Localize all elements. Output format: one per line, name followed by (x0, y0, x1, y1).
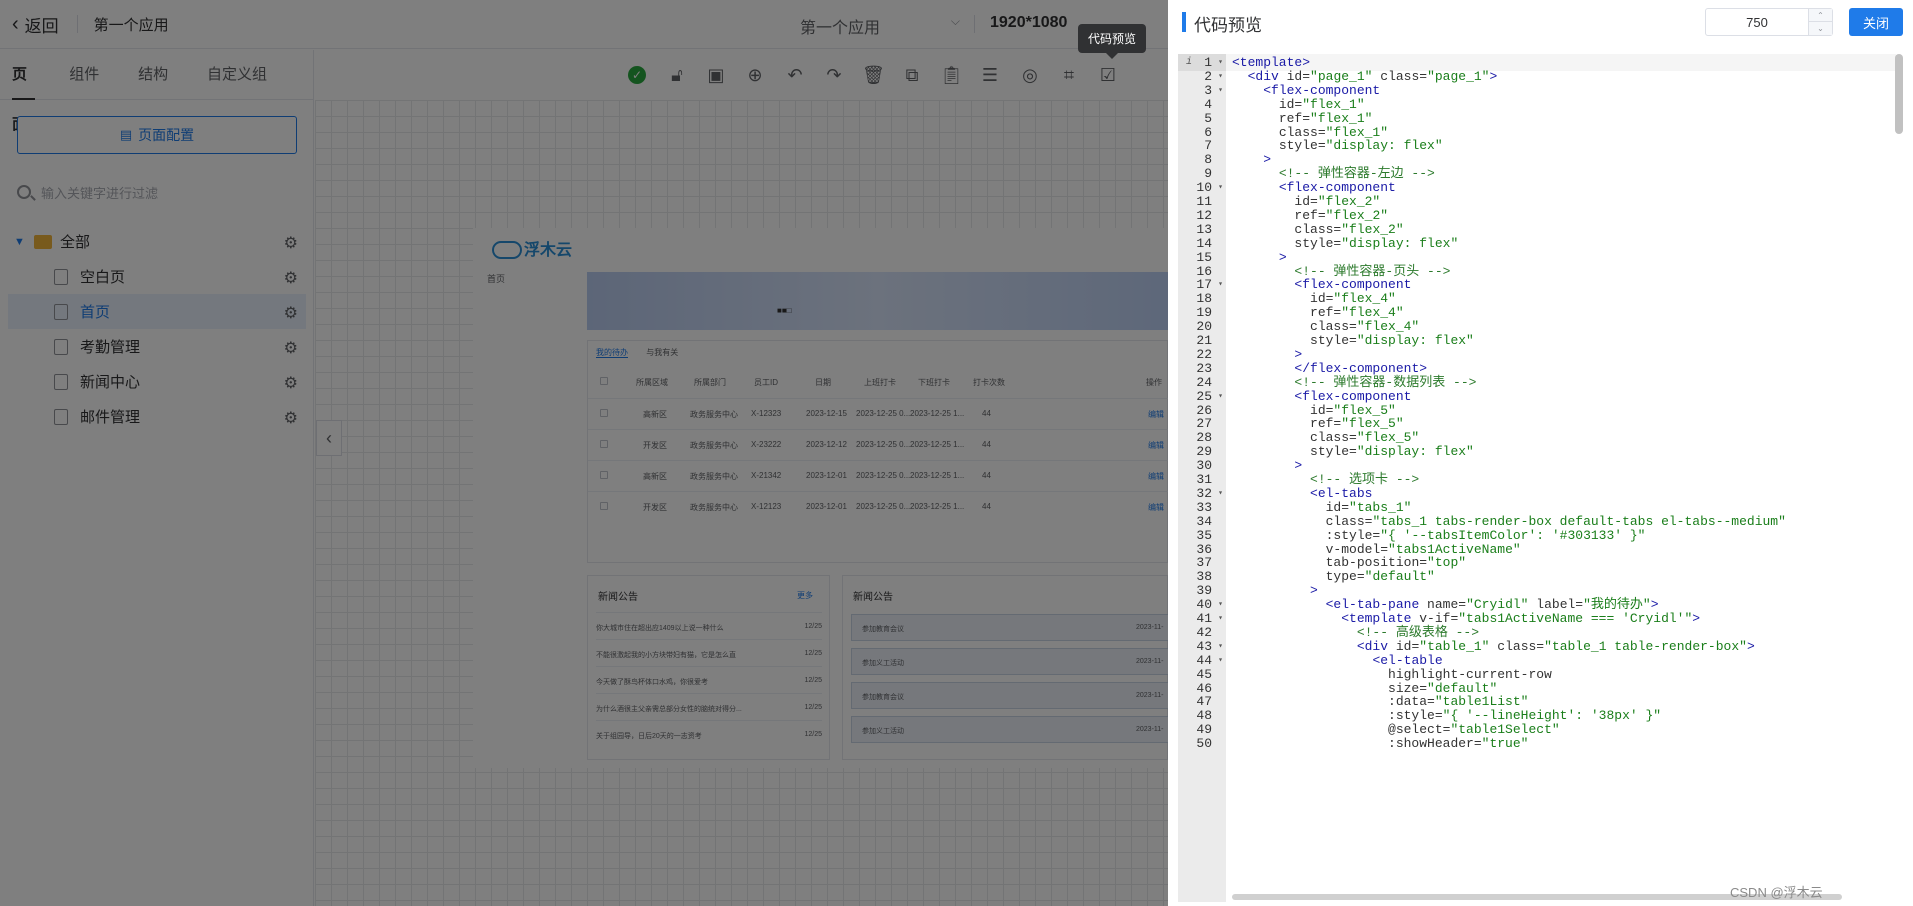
close-button[interactable]: 关闭 (1849, 8, 1903, 36)
code-token: style= (1310, 333, 1357, 348)
width-number-input[interactable]: ⌃ ⌄ (1705, 8, 1833, 36)
code-line[interactable]: :showHeader="true" (1232, 735, 1528, 752)
code-token: "tabs1ActiveName === 'Cryidl'" (1458, 611, 1693, 626)
code-token: "page_1" (1427, 68, 1490, 84)
increase-icon[interactable]: ⌃ (1808, 9, 1832, 22)
drawer-title: 代码预览 (1194, 16, 1262, 35)
line-number-gutter: i 1 ▾ 2 ▾ 3 ▾ 4 5 6 7 8 9 10 ▾ 11 12 13 14 15 16 17 ▾ 18 19 20 21 2… (1178, 54, 1226, 902)
watermark: CSDN @浮木云 (1730, 885, 1823, 900)
code-token: style= (1294, 235, 1342, 251)
code-token: class= (1489, 638, 1545, 654)
width-input[interactable] (1707, 10, 1807, 34)
code-token: style= (1278, 138, 1326, 154)
code-token: > (1692, 611, 1701, 626)
title-accent-bar (1182, 12, 1186, 32)
low-code-designer: ‹ 返回 第一个应用 第一个应用 ⌵ 1920*1080 代码预览 页面 组件库… (0, 0, 1169, 906)
code-token: > (1489, 68, 1498, 84)
code-token: style= (1310, 444, 1357, 460)
code-token: "true" (1481, 736, 1529, 752)
code-token: "display: flex" (1356, 444, 1474, 460)
code-preview-drawer: 代码预览 ⌃ ⌄ 关闭 i1▾2▾3▾45678910▾111213141516… (1168, 0, 1913, 906)
code-token: "display: flex" (1341, 235, 1459, 251)
code-token: "default" (1364, 569, 1435, 585)
code-token: > (1746, 638, 1755, 654)
code-token: "table_1 table-render-box" (1544, 638, 1747, 654)
code-token: class= (1372, 68, 1428, 84)
drawer-header: 代码预览 ⌃ ⌄ 关闭 (1168, 0, 1913, 44)
code-token: :showHeader= (1388, 736, 1482, 752)
code-token: type= (1325, 569, 1365, 585)
code-token: "display: flex" (1325, 138, 1443, 154)
vertical-scrollbar[interactable] (1895, 54, 1903, 134)
line-number-text: 50 (1196, 736, 1212, 752)
code-editor[interactable]: i 1 ▾ 2 ▾ 3 ▾ 4 5 6 7 8 9 10 ▾ 11 12 13 14 15 16 17 ▾ 18 19 20 21 2… (1178, 54, 1903, 902)
line-number: 50 (1178, 735, 1226, 752)
decrease-icon[interactable]: ⌄ (1808, 22, 1832, 35)
modal-overlay[interactable] (0, 0, 1168, 906)
tooltip: 代码预览 (1078, 24, 1147, 59)
code-token: "display: flex" (1356, 333, 1474, 348)
